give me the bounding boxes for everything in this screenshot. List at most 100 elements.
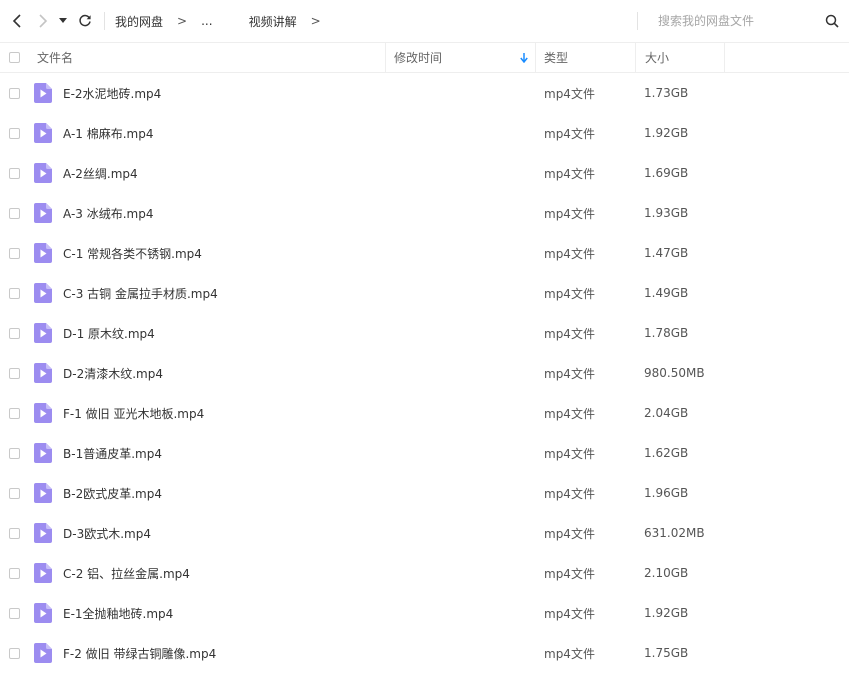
video-file-icon	[34, 353, 52, 393]
file-size: 1.78GB	[644, 326, 689, 340]
file-type: mp4文件	[544, 486, 595, 501]
column-header-size[interactable]: 大小	[635, 43, 725, 72]
caret-down-icon	[59, 18, 67, 23]
video-file-icon	[34, 513, 52, 553]
video-file-icon	[34, 433, 52, 473]
video-file-icon	[34, 593, 52, 633]
column-header-modified[interactable]: 修改时间	[385, 43, 535, 72]
file-size: 1.92GB	[644, 606, 689, 620]
row-checkbox[interactable]	[9, 247, 20, 259]
file-size: 1.73GB	[644, 86, 689, 100]
file-name[interactable]: D-1 原木纹.mp4	[63, 313, 155, 353]
file-name[interactable]: F-2 做旧 带绿古铜雕像.mp4	[63, 633, 216, 673]
file-name[interactable]: F-1 做旧 亚光木地板.mp4	[63, 393, 204, 433]
file-name[interactable]: D-3欧式木.mp4	[63, 513, 151, 553]
chevron-right-icon	[39, 14, 48, 28]
file-type: mp4文件	[544, 246, 595, 261]
file-row[interactable]: A-3 冰绒布.mp4 mp4文件 1.93GB	[0, 193, 849, 233]
file-name[interactable]: B-1普通皮革.mp4	[63, 433, 162, 473]
file-list: E-2水泥地砖.mp4 mp4文件 1.73GB A-1 棉麻布.mp4 mp4文件 1.…	[0, 73, 849, 673]
file-row[interactable]: D-3欧式木.mp4 mp4文件 631.02MB	[0, 513, 849, 553]
file-row[interactable]: A-1 棉麻布.mp4 mp4文件 1.92GB	[0, 113, 849, 153]
file-name[interactable]: B-2欧式皮革.mp4	[63, 473, 162, 513]
row-checkbox[interactable]	[9, 367, 20, 379]
row-checkbox[interactable]	[9, 407, 20, 419]
search-box	[637, 0, 849, 42]
file-name[interactable]: A-3 冰绒布.mp4	[63, 193, 153, 233]
file-row[interactable]: C-3 古铜 金属拉手材质.mp4 mp4文件 1.49GB	[0, 273, 849, 313]
back-button[interactable]	[6, 10, 28, 32]
breadcrumb-root[interactable]: 我的网盘	[115, 13, 163, 30]
file-size: 980.50MB	[644, 366, 705, 380]
video-file-icon	[34, 73, 52, 113]
file-row[interactable]: D-2清漆木纹.mp4 mp4文件 980.50MB	[0, 353, 849, 393]
file-name[interactable]: A-2丝绸.mp4	[63, 153, 138, 193]
file-type: mp4文件	[544, 406, 595, 421]
file-size: 1.62GB	[644, 446, 689, 460]
file-row[interactable]: C-2 铝、拉丝金属.mp4 mp4文件 2.10GB	[0, 553, 849, 593]
file-size: 631.02MB	[644, 526, 705, 540]
refresh-button[interactable]	[74, 10, 96, 32]
file-row[interactable]: C-1 常规各类不锈钢.mp4 mp4文件 1.47GB	[0, 233, 849, 273]
row-checkbox[interactable]	[9, 127, 20, 139]
file-size: 1.96GB	[644, 486, 689, 500]
breadcrumb-separator: >	[177, 14, 188, 28]
row-checkbox[interactable]	[9, 287, 20, 299]
row-checkbox[interactable]	[9, 647, 20, 659]
search-input[interactable]	[656, 13, 810, 29]
row-checkbox[interactable]	[9, 487, 20, 499]
file-size: 1.47GB	[644, 246, 689, 260]
file-row[interactable]: B-2欧式皮革.mp4 mp4文件 1.96GB	[0, 473, 849, 513]
breadcrumb-current[interactable]: 视频讲解	[249, 13, 297, 30]
row-checkbox-cell	[9, 473, 20, 513]
file-row[interactable]: E-1全抛釉地砖.mp4 mp4文件 1.92GB	[0, 593, 849, 633]
row-checkbox-cell	[9, 553, 20, 593]
column-header-modified-label: 修改时间	[394, 51, 443, 65]
video-file-icon	[34, 153, 52, 193]
row-checkbox-cell	[9, 73, 20, 113]
search-icon[interactable]	[825, 14, 839, 28]
video-file-icon	[34, 553, 52, 593]
row-checkbox[interactable]	[9, 567, 20, 579]
sort-down-icon	[520, 53, 528, 63]
history-dropdown-button[interactable]	[56, 10, 70, 32]
file-size: 2.04GB	[644, 406, 689, 420]
file-row[interactable]: A-2丝绸.mp4 mp4文件 1.69GB	[0, 153, 849, 193]
video-file-icon	[34, 473, 52, 513]
row-checkbox[interactable]	[9, 87, 20, 99]
chevron-left-icon	[12, 14, 21, 28]
row-checkbox[interactable]	[9, 207, 20, 219]
file-row[interactable]: D-1 原木纹.mp4 mp4文件 1.78GB	[0, 313, 849, 353]
row-checkbox-cell	[9, 633, 20, 673]
video-file-icon	[34, 233, 52, 273]
column-header-name[interactable]: 文件名	[37, 43, 73, 72]
breadcrumb-ellipsis[interactable]: ...	[201, 14, 212, 28]
file-size: 1.49GB	[644, 286, 689, 300]
file-type: mp4文件	[544, 366, 595, 381]
file-name[interactable]: C-1 常规各类不锈钢.mp4	[63, 233, 202, 273]
file-name[interactable]: E-1全抛釉地砖.mp4	[63, 593, 173, 633]
file-type: mp4文件	[544, 286, 595, 301]
file-size: 1.93GB	[644, 206, 689, 220]
file-name[interactable]: C-2 铝、拉丝金属.mp4	[63, 553, 190, 593]
file-name[interactable]: D-2清漆木纹.mp4	[63, 353, 163, 393]
row-checkbox-cell	[9, 113, 20, 153]
file-row[interactable]: F-2 做旧 带绿古铜雕像.mp4 mp4文件 1.75GB	[0, 633, 849, 673]
forward-button[interactable]	[32, 10, 54, 32]
row-checkbox[interactable]	[9, 327, 20, 339]
file-name[interactable]: C-3 古铜 金属拉手材质.mp4	[63, 273, 218, 313]
row-checkbox[interactable]	[9, 607, 20, 619]
file-type: mp4文件	[544, 646, 595, 661]
file-name[interactable]: E-2水泥地砖.mp4	[63, 73, 161, 113]
file-row[interactable]: E-2水泥地砖.mp4 mp4文件 1.73GB	[0, 73, 849, 113]
file-row[interactable]: F-1 做旧 亚光木地板.mp4 mp4文件 2.04GB	[0, 393, 849, 433]
video-file-icon	[34, 113, 52, 153]
row-checkbox[interactable]	[9, 527, 20, 539]
search-divider	[637, 12, 638, 30]
select-all-checkbox[interactable]	[9, 52, 20, 63]
column-header-type[interactable]: 类型	[535, 43, 635, 72]
file-name[interactable]: A-1 棉麻布.mp4	[63, 113, 153, 153]
file-row[interactable]: B-1普通皮革.mp4 mp4文件 1.62GB	[0, 433, 849, 473]
row-checkbox[interactable]	[9, 167, 20, 179]
row-checkbox[interactable]	[9, 447, 20, 459]
